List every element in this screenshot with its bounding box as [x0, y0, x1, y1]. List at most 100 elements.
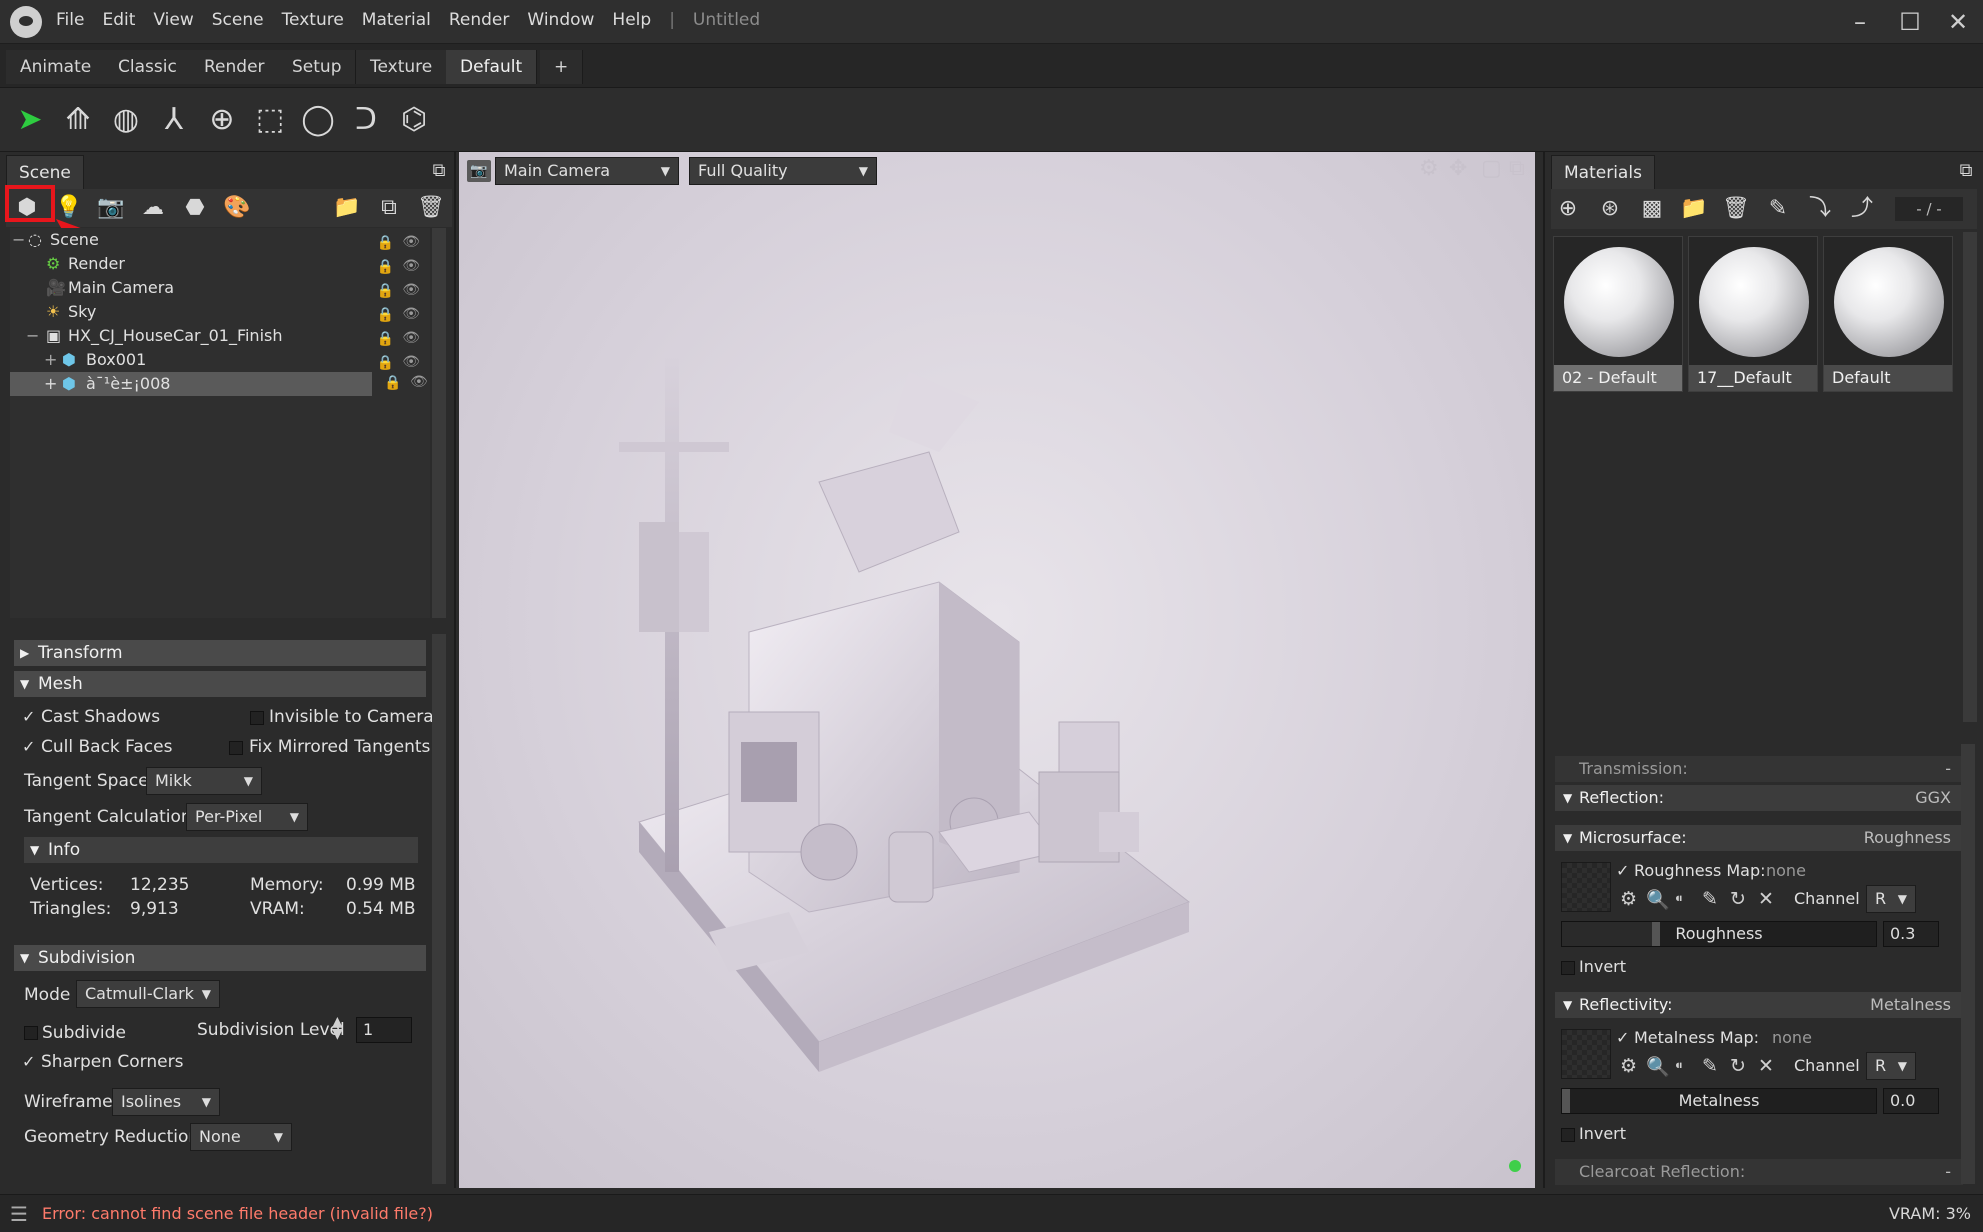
- folder-icon[interactable]: 📁: [1679, 194, 1709, 224]
- tree-item-render[interactable]: ⚙ Render 🔒 👁: [10, 252, 430, 276]
- section-reflectivity[interactable]: Reflectivity: Metalness: [1555, 992, 1963, 1018]
- checker-icon[interactable]: ▩: [1637, 194, 1667, 224]
- polygon-select-icon[interactable]: ⌬: [394, 100, 434, 140]
- metalness-value-input[interactable]: 0.0: [1883, 1088, 1939, 1114]
- add-material-icon[interactable]: 🎨: [222, 193, 252, 223]
- clear-icon[interactable]: ✕: [1758, 1055, 1774, 1077]
- metalness-map-checkbox[interactable]: ✓: [1616, 1030, 1632, 1046]
- export-icon[interactable]: ⤴: [1847, 194, 1877, 224]
- reflectivity-value[interactable]: Metalness: [1870, 992, 1951, 1018]
- folder-icon[interactable]: 📁: [332, 193, 362, 223]
- microsurface-value[interactable]: Roughness: [1864, 825, 1951, 851]
- roughness-map-checkbox[interactable]: ✓: [1616, 863, 1632, 879]
- menu-edit[interactable]: Edit: [102, 10, 135, 30]
- eye-icon[interactable]: 👁: [402, 254, 420, 278]
- duplicate-icon[interactable]: ⧉: [374, 193, 404, 223]
- rotate-icon[interactable]: ◍: [106, 100, 146, 140]
- menu-window[interactable]: Window: [527, 10, 594, 30]
- minimize-icon[interactable]: –: [1840, 4, 1880, 40]
- select-arrow-icon[interactable]: ➤: [10, 100, 50, 140]
- invisible-to-camera-checkbox[interactable]: [250, 711, 264, 725]
- subdivision-level-input[interactable]: 1: [356, 1017, 412, 1043]
- roughness-channel-dropdown[interactable]: R: [1866, 885, 1916, 913]
- tangent-calc-dropdown[interactable]: Per-Pixel: [186, 803, 308, 831]
- subdivide-checkbox[interactable]: [24, 1026, 38, 1040]
- transform-all-icon[interactable]: ⊕: [202, 100, 242, 140]
- stepper-icon[interactable]: ▲ ▼: [332, 1015, 343, 1041]
- roughness-map-thumbnail[interactable]: [1561, 862, 1611, 912]
- lock-icon[interactable]: 🔒: [377, 351, 394, 375]
- search-icon[interactable]: 🔍: [1646, 888, 1670, 911]
- material-swatch[interactable]: Default: [1823, 236, 1953, 392]
- metalness-channel-dropdown[interactable]: R: [1866, 1052, 1916, 1080]
- eye-icon[interactable]: 👁: [402, 326, 420, 350]
- tree-scrollbar[interactable]: [432, 228, 446, 618]
- trash-icon[interactable]: 🗑: [416, 193, 446, 223]
- section-clearcoat[interactable]: Clearcoat Reflection: -: [1555, 1159, 1963, 1185]
- menu-render[interactable]: Render: [449, 10, 510, 30]
- pencil-icon[interactable]: ✎: [1702, 888, 1718, 910]
- clear-icon[interactable]: ✕: [1758, 888, 1774, 910]
- reload-icon[interactable]: ↻: [1730, 1055, 1746, 1077]
- section-microsurface[interactable]: Microsurface: Roughness: [1555, 825, 1963, 851]
- tree-item-object008[interactable]: + ⬢ à¯¹è±¡008: [10, 372, 372, 396]
- maximize-icon[interactable]: ☐: [1890, 4, 1930, 40]
- wireframe-dropdown[interactable]: Isolines: [112, 1088, 220, 1116]
- sharpen-corners-checkbox[interactable]: ✓: [22, 1054, 38, 1070]
- menu-file[interactable]: File: [56, 10, 84, 30]
- materials-scrollbar[interactable]: [1963, 232, 1977, 722]
- tab-setup[interactable]: Setup: [278, 50, 357, 84]
- duplicate-material-icon[interactable]: ⊛: [1595, 194, 1625, 224]
- add-sky-icon[interactable]: ☁: [138, 193, 168, 223]
- fix-mirrored-tangents-checkbox[interactable]: [229, 741, 243, 755]
- eyedropper-icon[interactable]: ⁌: [1674, 1055, 1684, 1077]
- tree-item-housecar[interactable]: − ▣ HX_CJ_HouseCar_01_Finish 🔒 👁: [10, 324, 430, 348]
- add-shadow-catcher-icon[interactable]: ⬣: [180, 193, 210, 223]
- eye-icon[interactable]: 👁: [402, 278, 420, 302]
- menu-help[interactable]: Help: [612, 10, 651, 30]
- section-info[interactable]: Info: [24, 837, 418, 863]
- roughness-invert-checkbox[interactable]: [1561, 961, 1575, 975]
- metalness-map-thumbnail[interactable]: [1561, 1029, 1611, 1079]
- mode-dropdown[interactable]: Catmull-Clark: [76, 980, 220, 1008]
- rect-select-icon[interactable]: ⬚: [250, 100, 290, 140]
- tree-item-scene[interactable]: − ◌ Scene 🔒 👁: [10, 228, 430, 252]
- translate-icon[interactable]: ⟰: [58, 100, 98, 140]
- search-icon[interactable]: 🔍: [1646, 1055, 1670, 1078]
- tab-render[interactable]: Render: [190, 50, 280, 84]
- material-swatch[interactable]: 17__Default: [1688, 236, 1818, 392]
- gear-icon[interactable]: ⚙: [1620, 888, 1637, 910]
- eyedropper-icon[interactable]: ⁌: [1674, 888, 1684, 910]
- section-subdivision[interactable]: Subdivision: [14, 945, 426, 971]
- popout-icon[interactable]: ⧉: [1951, 156, 1981, 186]
- eye-icon[interactable]: 👁: [410, 374, 428, 390]
- material-swatch[interactable]: 02 - Default: [1553, 236, 1683, 392]
- tab-texture[interactable]: Texture: [356, 50, 448, 84]
- metalness-slider[interactable]: Metalness: [1561, 1088, 1877, 1114]
- tab-classic[interactable]: Classic: [104, 50, 192, 84]
- section-mesh[interactable]: Mesh: [14, 671, 426, 697]
- section-reflection[interactable]: Reflection: GGX: [1555, 785, 1963, 811]
- cast-shadows-checkbox[interactable]: ✓: [22, 709, 38, 725]
- section-transmission[interactable]: Transmission: -: [1555, 756, 1963, 782]
- pencil-icon[interactable]: ✎: [1702, 1055, 1718, 1077]
- roughness-slider-handle[interactable]: [1652, 922, 1660, 946]
- reflection-value[interactable]: GGX: [1915, 785, 1951, 811]
- tangent-space-dropdown[interactable]: Mikk: [146, 767, 262, 795]
- tab-default[interactable]: Default: [446, 50, 538, 84]
- tree-item-box001[interactable]: + ⬢ Box001 🔒 👁: [10, 348, 430, 372]
- eye-icon[interactable]: 👁: [402, 230, 420, 254]
- properties-scrollbar[interactable]: [432, 634, 446, 1184]
- picker-icon[interactable]: ✎: [1763, 194, 1793, 224]
- metalness-slider-handle[interactable]: [1562, 1089, 1570, 1113]
- close-icon[interactable]: ✕: [1938, 4, 1978, 40]
- scene-panel-tab[interactable]: Scene: [6, 155, 84, 189]
- eye-icon[interactable]: 👁: [402, 302, 420, 326]
- tab-animate[interactable]: Animate: [6, 50, 107, 84]
- tab-add[interactable]: +: [540, 50, 584, 84]
- gear-icon[interactable]: ⚙: [1620, 1055, 1637, 1077]
- reload-icon[interactable]: ↻: [1730, 888, 1746, 910]
- add-light-icon[interactable]: 💡: [54, 193, 84, 223]
- section-transform[interactable]: Transform: [14, 640, 426, 666]
- popout-icon[interactable]: ⧉: [424, 156, 454, 186]
